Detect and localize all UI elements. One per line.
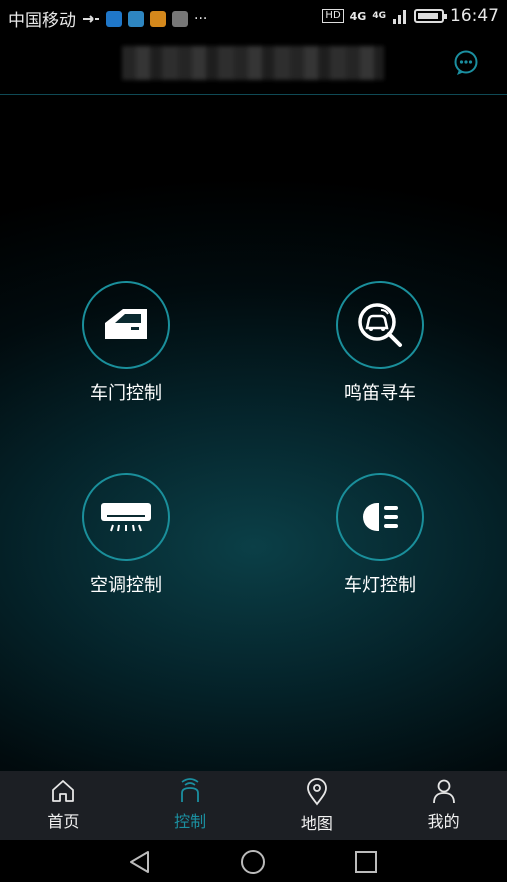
system-nav-bar (0, 840, 507, 882)
status-bar: 中国移动 ··· HD 4G 4G 16:47 (0, 0, 507, 34)
signal-icon (393, 10, 406, 24)
network-4g-2: 4G (372, 11, 386, 21)
nav-mine[interactable]: 我的 (380, 771, 507, 840)
headlight-icon (363, 503, 398, 531)
recent-apps-icon[interactable] (352, 848, 380, 876)
find-car-label: 鸣笛寻车 (344, 383, 416, 404)
bottom-nav: 首页 控制 地图 我的 (0, 771, 507, 840)
find-car-button[interactable]: 鸣笛寻车 (290, 281, 470, 405)
nav-control-label: 控制 (174, 812, 207, 831)
network-4g-1: 4G (349, 9, 367, 23)
app-notify-icon-2 (128, 10, 144, 27)
door-control-circle[interactable] (82, 281, 170, 369)
page-title (122, 46, 384, 80)
door-control-button[interactable]: 车门控制 (36, 281, 216, 405)
door-control-label: 车门控制 (90, 383, 162, 404)
ac-control-button[interactable]: 空调控制 (36, 473, 216, 597)
car-door-icon (105, 309, 147, 339)
home-icon (52, 780, 75, 802)
nav-mine-label: 我的 (427, 812, 460, 831)
light-control-button[interactable]: 车灯控制 (290, 473, 470, 597)
nav-home[interactable]: 首页 (0, 771, 127, 840)
light-control-circle[interactable] (336, 473, 424, 561)
user-icon (432, 779, 455, 804)
battery-icon (414, 9, 447, 23)
app-notify-icon-3 (150, 10, 166, 27)
control-icon (181, 778, 200, 802)
light-control-label: 车灯控制 (344, 575, 416, 596)
status-time: 16:47 (450, 6, 499, 26)
chat-bubble-icon[interactable] (453, 50, 479, 76)
ac-control-label: 空调控制 (90, 575, 162, 596)
home-circle-icon[interactable] (239, 848, 267, 876)
map-pin-icon (306, 778, 327, 806)
nav-map-label: 地图 (300, 814, 333, 833)
find-car-circle[interactable] (336, 281, 424, 369)
air-conditioner-icon (101, 503, 151, 532)
hd-badge: HD (322, 9, 344, 23)
ac-control-circle[interactable] (82, 473, 170, 561)
carrier-name: 中国移动 (8, 11, 76, 31)
back-icon[interactable] (126, 848, 154, 876)
more-dots-icon: ··· (194, 10, 208, 27)
find-car-icon (358, 303, 402, 347)
nav-control[interactable]: 控制 (127, 771, 254, 840)
image-notify-icon (172, 10, 188, 27)
app-header (0, 34, 507, 95)
app-notify-icon-1 (106, 10, 122, 27)
usb-icon (83, 14, 99, 23)
nav-map[interactable]: 地图 (254, 771, 381, 840)
nav-home-label: 首页 (47, 812, 80, 831)
